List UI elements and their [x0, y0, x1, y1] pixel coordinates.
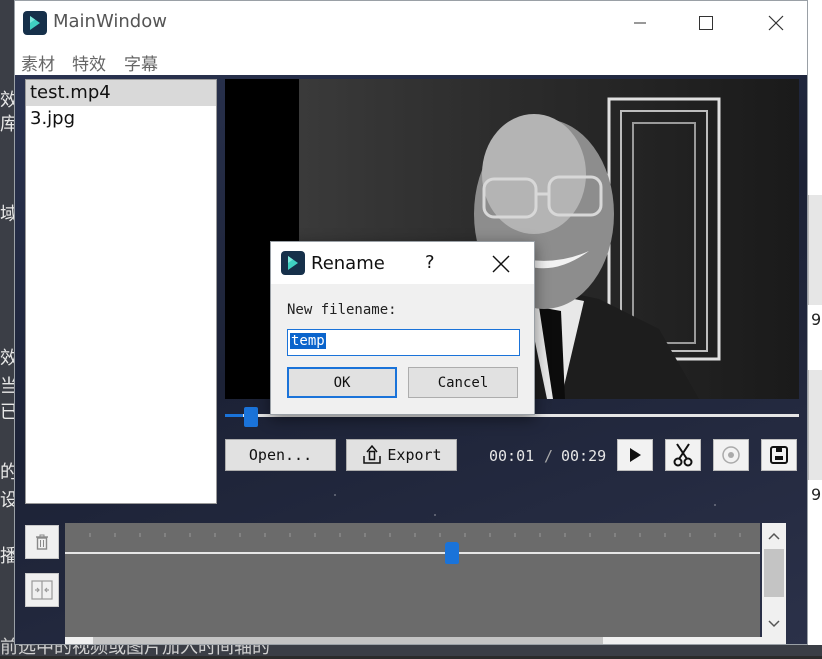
- timeline-ruler: [65, 523, 760, 551]
- menu-item-assets[interactable]: 素材: [21, 50, 55, 75]
- chevron-down-icon[interactable]: [762, 615, 786, 633]
- split-button[interactable]: [25, 573, 59, 607]
- export-button[interactable]: Export: [346, 439, 457, 471]
- title-bar: MainWindow: [15, 1, 807, 45]
- seek-bar-handle[interactable]: [244, 407, 258, 427]
- background-side-panel: [808, 195, 822, 305]
- background-number: 9: [811, 485, 822, 504]
- ok-button[interactable]: OK: [287, 367, 397, 398]
- filename-input[interactable]: temp: [287, 329, 520, 356]
- open-button[interactable]: Open...: [225, 439, 336, 471]
- app-logo-icon: [281, 251, 305, 275]
- split-icon: [31, 580, 53, 600]
- timeline-line: [65, 552, 760, 554]
- total-time: 00:29: [561, 447, 607, 465]
- snapshot-button[interactable]: [761, 439, 797, 471]
- scissors-icon: [673, 443, 693, 467]
- record-icon: [722, 446, 740, 464]
- timeline-track[interactable]: [65, 523, 760, 637]
- file-item[interactable]: 3.jpg: [26, 106, 216, 132]
- seek-bar-progress: [225, 414, 243, 417]
- delete-button[interactable]: [25, 525, 59, 559]
- trash-icon: [36, 534, 48, 550]
- minimize-button[interactable]: [617, 9, 663, 37]
- current-time: 00:01: [489, 447, 535, 465]
- help-button[interactable]: ?: [425, 252, 435, 273]
- cut-button[interactable]: [665, 439, 701, 471]
- cancel-button[interactable]: Cancel: [408, 367, 518, 398]
- horizontal-scrollbar-thumb[interactable]: [93, 637, 603, 644]
- filename-label: New filename:: [287, 302, 397, 318]
- export-button-label: Export: [387, 446, 442, 464]
- time-separator: /: [544, 447, 554, 465]
- close-icon: [492, 255, 510, 273]
- menu-bar: 素材 特效 字幕: [15, 45, 807, 75]
- chevron-up-icon[interactable]: [762, 527, 786, 545]
- close-button[interactable]: [753, 9, 799, 37]
- menu-item-subtitles[interactable]: 字幕: [124, 50, 158, 75]
- timeline-playhead[interactable]: [445, 542, 459, 564]
- menu-item-effects[interactable]: 特效: [72, 50, 106, 75]
- filename-input-value: temp: [290, 333, 326, 349]
- dialog-title-bar: Rename ?: [271, 242, 534, 284]
- play-icon: [630, 448, 641, 462]
- dialog-close-button[interactable]: [489, 252, 513, 276]
- vertical-scrollbar-thumb[interactable]: [764, 549, 784, 597]
- maximize-button[interactable]: [683, 9, 729, 37]
- dialog-title: Rename: [311, 253, 385, 274]
- file-list[interactable]: test.mp4 3.jpg: [25, 79, 217, 504]
- file-item[interactable]: test.mp4: [26, 80, 216, 106]
- record-button[interactable]: [713, 439, 749, 471]
- play-button[interactable]: [617, 439, 653, 471]
- background-side-panel: [808, 370, 822, 480]
- save-frame-icon: [770, 446, 788, 464]
- window-title: MainWindow: [53, 11, 167, 32]
- background-number: 9: [811, 310, 822, 329]
- app-logo-icon: [23, 11, 47, 35]
- upload-icon: [363, 444, 382, 464]
- background-bottom-strip: 前选中的视频或图片加入时间轴的: [0, 637, 822, 658]
- rename-dialog: Rename ? New filename: temp OK Cancel: [270, 241, 535, 415]
